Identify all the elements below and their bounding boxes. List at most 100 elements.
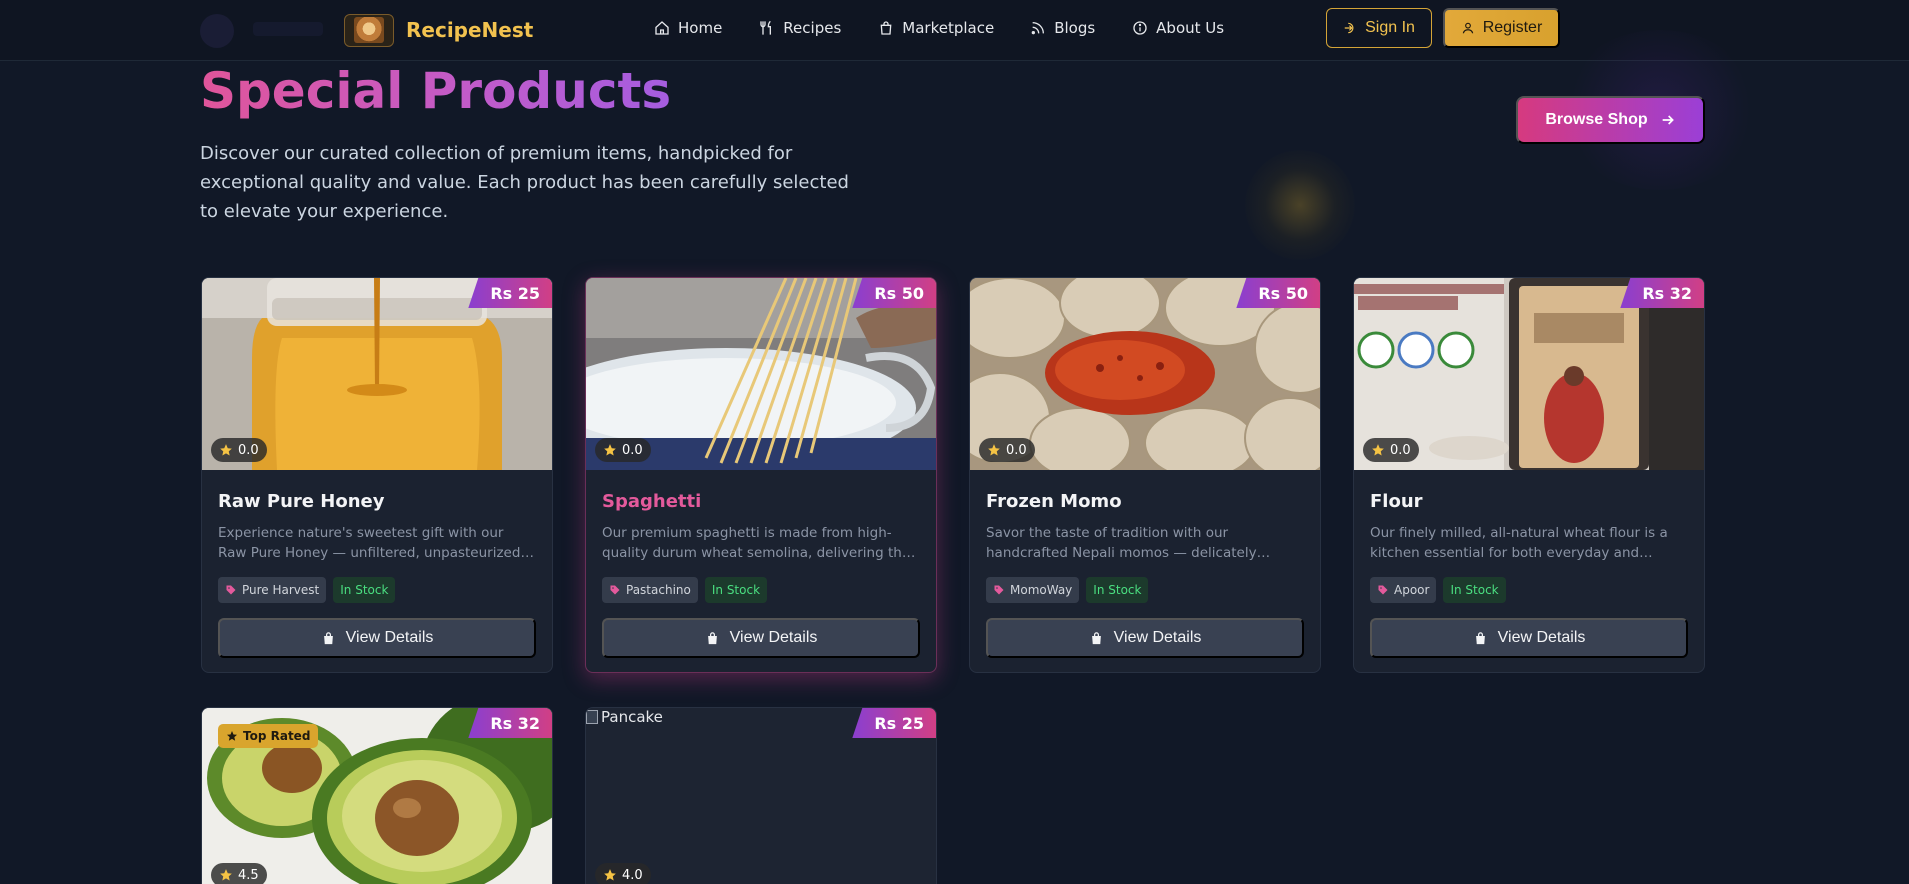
price-tag: Rs 50 [852,278,936,308]
stock-badge: In Stock [704,577,768,603]
price-tag: Rs 50 [1236,278,1320,308]
rating-value: 4.0 [622,867,643,883]
main-nav: Home Recipes Marketplace Blogs About Us [654,16,1224,40]
product-card[interactable]: Rs 32 0.0 Flour Our finely milled, all-n… [1353,277,1705,673]
shopping-bag-icon [880,21,892,35]
brand-tag: Apoor [1370,577,1437,603]
nav-home-label: Home [678,19,723,37]
view-details-button[interactable]: View Details [602,618,920,658]
register-button[interactable]: Register [1443,8,1560,48]
product-description: Our finely milled, all-natural wheat flo… [1370,525,1668,561]
stock-badge: In Stock [1086,577,1149,603]
product-card[interactable]: Rs 50 0.0 Frozen Momo Savor the taste of… [969,277,1321,673]
stock-badge: In Stock [1443,577,1506,603]
star-icon [1372,444,1384,456]
rating-badge: 4.5 [211,863,267,884]
nav-home[interactable]: Home [654,16,722,40]
view-details-label: View Details [1113,629,1202,646]
view-details-label: View Details [729,629,818,646]
rating-badge: 0.0 [595,438,651,462]
rating-value: 0.0 [1006,442,1027,458]
star-icon [227,731,237,741]
tag-icon [994,585,1004,595]
star-icon [988,444,1000,456]
product-name[interactable]: Flour [1370,490,1688,514]
sign-in-label: Sign In [1365,19,1415,36]
view-details-button[interactable]: View Details [1370,618,1688,658]
nav-about-label: About Us [1156,19,1225,37]
product-name[interactable]: Spaghetti [602,490,920,514]
product-image: Rs 25 0.0 [202,278,552,470]
price-tag: Rs 32 [468,708,552,738]
brand-name: Pastachino [626,583,691,597]
shopping-bag-icon [1091,631,1101,644]
tag-icon [226,585,236,595]
brand-tag: MomoWay [986,577,1080,603]
product-name[interactable]: Frozen Momo [986,490,1304,514]
browse-shop-label: Browse Shop [1545,111,1648,128]
rating-badge: 0.0 [1363,438,1419,462]
product-name[interactable]: Raw Pure Honey [218,490,536,514]
brand-tag: Pastachino [602,577,698,603]
nav-recipes-label: Recipes [783,19,842,37]
rating-badge: 0.0 [979,438,1035,462]
sign-in-button[interactable]: Sign In [1326,8,1432,48]
rating-value: 0.0 [1390,442,1411,458]
star-icon [604,869,616,881]
product-card[interactable]: Rs 50 0.0 Spaghetti Our premium spaghett… [585,277,937,673]
stock-badge: In Stock [333,577,396,603]
price-tag: Rs 25 [468,278,552,308]
page-title: Special Products [200,62,672,120]
nav-about[interactable]: About Us [1132,16,1224,40]
brand-name: RecipeNest [406,18,534,42]
nav-blogs[interactable]: Blogs [1030,16,1095,40]
product-image: Rs 50 0.0 [970,278,1320,470]
nav-recipes[interactable]: Recipes [759,16,841,40]
brand-name: Apoor [1394,583,1430,597]
nav-marketplace-label: Marketplace [902,19,995,37]
top-rated-label: Top Rated [243,729,311,743]
rating-badge: 0.0 [211,438,267,462]
decorative-glow-gold [1245,150,1355,260]
product-description: Our premium spaghetti is made from high-… [602,525,911,561]
brand-link[interactable]: RecipeNest [344,10,533,50]
nav-blogs-label: Blogs [1054,19,1096,37]
rating-value: 0.0 [238,442,259,458]
star-icon [220,444,232,456]
nav-marketplace[interactable]: Marketplace [878,16,994,40]
faded-brand-ghost [253,22,323,36]
top-rated-badge: Top Rated [218,724,319,748]
view-details-button[interactable]: View Details [218,618,536,658]
home-icon [655,21,669,35]
product-card[interactable]: Pancake Rs 25 4.0 [585,707,937,884]
shopping-bag-icon [1475,631,1485,644]
browse-shop-button[interactable]: Browse Shop [1516,96,1705,144]
product-description: Experience nature's sweetest gift with o… [218,525,525,561]
shopping-bag-icon [323,631,333,644]
register-label: Register [1482,19,1543,36]
page-description: Discover our curated collection of premi… [200,143,849,222]
product-card[interactable]: Top Rated Rs 32 4.5 [201,707,553,884]
view-details-label: View Details [1497,629,1586,646]
star-icon [604,444,616,456]
star-icon [220,869,232,881]
rating-badge: 4.0 [595,863,651,884]
broken-image-icon [586,710,598,724]
price-tag: Rs 32 [1620,278,1704,308]
user-icon [1462,22,1473,34]
broken-image-placeholder: Pancake [586,708,663,726]
view-details-button[interactable]: View Details [986,618,1304,658]
price-tag: Rs 25 [852,708,936,738]
tag-icon [1378,585,1388,595]
rating-value: 4.5 [238,867,259,883]
info-icon [1133,21,1147,35]
product-image: Pancake Rs 25 4.0 [586,708,936,884]
product-image: Top Rated Rs 32 4.5 [202,708,552,884]
tag-icon [610,585,620,595]
product-card[interactable]: Rs 25 0.0 Raw Pure Honey Experience natu… [201,277,553,673]
product-description: Savor the taste of tradition with our ha… [986,525,1257,561]
rss-icon [1031,22,1045,35]
rating-value: 0.0 [622,442,643,458]
brand-logo [344,13,394,47]
view-details-label: View Details [345,629,434,646]
